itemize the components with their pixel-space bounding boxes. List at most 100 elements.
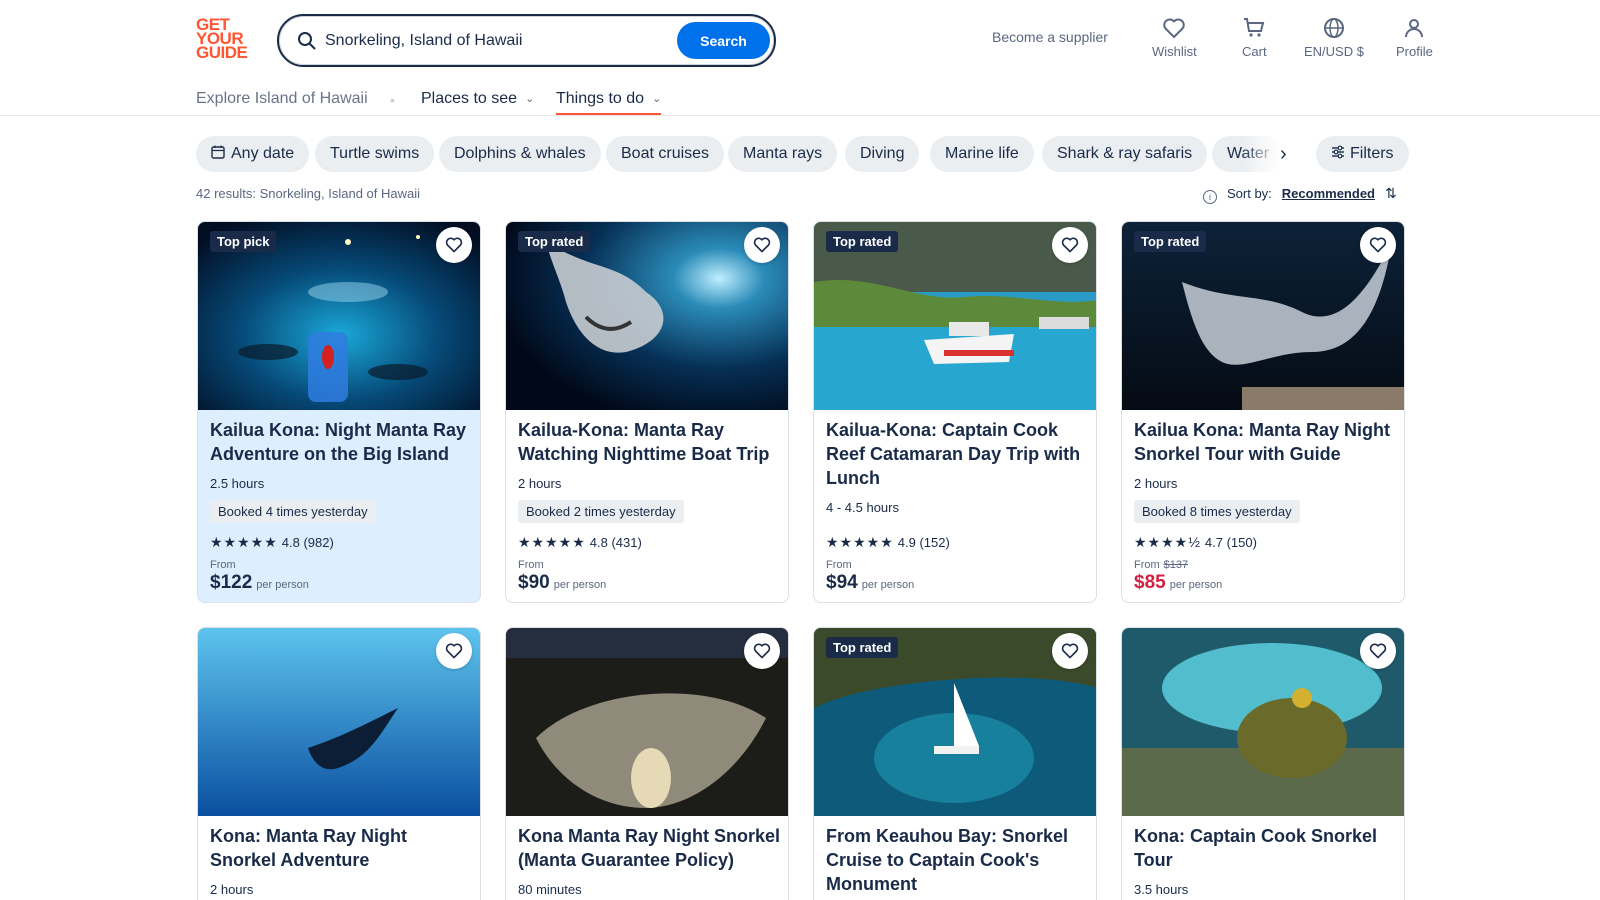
activity-duration: 2.5 hours [210,476,265,491]
locale-button[interactable]: EN/USD $ [1304,16,1364,59]
chip-marine-life[interactable]: Marine life [930,136,1034,172]
rating-stars: ★★★★½ [1134,534,1201,550]
activity-title[interactable]: Kailua-Kona: Captain Cook Reef Catamaran… [826,418,1090,490]
chip-turtle-swims[interactable]: Turtle swims [315,136,435,172]
activity-duration: 2 hours [518,476,562,491]
activity-price: $122 per person [210,572,309,594]
review-count: (982) [303,535,334,550]
activity-card[interactable]: Kona: Manta Ray Night Snorkel Adventure … [197,627,481,900]
wishlist-heart-button[interactable] [1360,227,1396,263]
activity-title[interactable]: Kona: Captain Cook Snorkel Tour [1134,824,1398,872]
results-count: 42 results: [196,186,256,201]
wishlist-heart-button[interactable] [1052,633,1088,669]
activity-card[interactable]: Top rated Kailua-Kona: Manta Ray Watchin… [505,221,789,603]
results-summary: 42 results: Snorkeling, Island of Hawaii [196,186,420,201]
activity-card[interactable]: Kona Manta Ray Night Snorkel (Manta Guar… [505,627,789,900]
profile-icon [1405,19,1424,38]
become-supplier-link[interactable]: Become a supplier [992,29,1108,45]
price-value: $122 [210,572,253,593]
wishlist-heart-button[interactable] [1052,227,1088,263]
activity-card[interactable]: Top pick Kailua Kona: Night Manta Ray Ad… [197,221,481,603]
filters-label: Filters [1350,145,1394,162]
activity-title[interactable]: From Keauhou Bay: Snorkel Cruise to Capt… [826,824,1090,896]
heart-icon [445,237,463,253]
wishlist-heart-button[interactable] [744,227,780,263]
rating-stars: ★★★★★ [826,534,894,550]
chip-boat-cruises[interactable]: Boat cruises [606,136,725,172]
price-from: From [826,559,852,571]
top-rated-badge: Top rated [826,637,899,658]
sliders-icon [1332,145,1344,159]
activity-card[interactable]: Kona: Captain Cook Snorkel Tour 3.5 hour… [1121,627,1405,900]
locale-label: EN/USD $ [1304,44,1364,59]
chip-manta-rays[interactable]: Manta rays [728,136,838,172]
original-price: $137 [1163,559,1189,571]
filters-button[interactable]: Filters [1316,136,1409,172]
review-count: (431) [611,535,642,550]
info-icon[interactable]: i [1203,190,1217,204]
getyourguide-logo[interactable]: GET YOUR GUIDE [196,16,254,64]
rating-stars: ★★★★★ [518,534,586,550]
activity-rating: ★★★★★ 4.8 (431) [518,534,642,551]
wishlist-heart-button[interactable] [1360,633,1396,669]
price-value: $94 [826,572,858,593]
sort-label: Sort by: [1227,186,1272,201]
price-from: From $137 [1134,559,1188,571]
activity-rating: ★★★★½ 4.7 (150) [1134,534,1257,551]
activity-duration: 2 hours [1134,476,1178,491]
heart-icon [1061,237,1079,253]
activity-title[interactable]: Kona: Manta Ray Night Snorkel Adventure [210,824,474,872]
rating-value: 4.7 [1204,535,1223,550]
cart-icon [1244,18,1265,37]
wishlist-heart-button[interactable] [436,633,472,669]
activity-price: $90 per person [518,572,606,594]
per-person-label: per person [553,579,607,591]
activity-card[interactable]: Top rated Kailua Kona: Manta Ray Night S… [1121,221,1405,603]
price-value: $90 [518,572,550,593]
cart-label: Cart [1242,44,1267,59]
results-query: Snorkeling, Island of Hawaii [259,186,421,201]
activity-title[interactable]: Kailua Kona: Manta Ray Night Snorkel Tou… [1134,418,1398,466]
search-button[interactable]: Search [677,22,770,59]
wishlist-heart-button[interactable] [436,227,472,263]
chip-shark-ray-safaris[interactable]: Shark & ray safaris [1042,136,1208,172]
things-to-do-dropdown[interactable]: Things to do ⌄ [556,90,662,115]
activity-rating: ★★★★★ 4.8 (982) [210,534,334,551]
activity-title[interactable]: Kailua-Kona: Manta Ray Watching Nighttim… [518,418,782,466]
activity-duration: 80 minutes [518,882,582,897]
activity-rating: ★★★★★ 4.9 (152) [826,534,950,551]
top-rated-badge: Top rated [1134,231,1207,252]
sort-control: i Sort by: Recommended ⇅ [1203,185,1397,204]
chip-dolphins-whales[interactable]: Dolphins & whales [439,136,601,172]
booked-badge: Booked 8 times yesterday [1134,500,1300,523]
heart-icon [1163,18,1186,38]
profile-label: Profile [1396,44,1433,59]
per-person-label: per person [256,579,309,591]
explore-link[interactable]: Explore Island of Hawaii [196,90,368,108]
chevron-right-icon[interactable]: › [1280,144,1287,164]
wishlist-button[interactable]: Wishlist [1152,16,1197,59]
profile-button[interactable]: Profile [1396,16,1433,59]
sort-order-icon[interactable]: ⇅ [1385,185,1397,201]
places-to-see-dropdown[interactable]: Places to see ⌄ [421,90,534,108]
chip-any-date[interactable]: Any date [196,136,310,172]
price-from: From [518,559,544,571]
heart-icon [445,643,463,659]
activity-card[interactable]: Top rated Kailua-Kona: Captain Cook Reef… [813,221,1097,603]
search-input[interactable] [325,26,665,56]
search-bar: Search [277,14,776,67]
filter-chips: Any date Turtle swims Dolphins & whales … [196,136,1409,172]
activity-price: $94 per person [826,572,914,594]
chip-diving[interactable]: Diving [845,136,920,172]
activity-title[interactable]: Kona Manta Ray Night Snorkel (Manta Guar… [518,824,782,872]
cart-button[interactable]: Cart [1242,16,1267,59]
activity-title[interactable]: Kailua Kona: Night Manta Ray Adventure o… [210,418,474,466]
heart-icon [753,643,771,659]
sort-dropdown[interactable]: Recommended [1282,186,1375,201]
activity-card[interactable]: Top rated From Keauhou Bay: Snorkel Crui… [813,627,1097,900]
wishlist-heart-button[interactable] [744,633,780,669]
globe-icon [1323,18,1344,38]
chevron-down-icon: ⌄ [525,93,535,105]
per-person-label: per person [861,579,915,591]
rating-stars: ★★★★★ [210,534,278,550]
